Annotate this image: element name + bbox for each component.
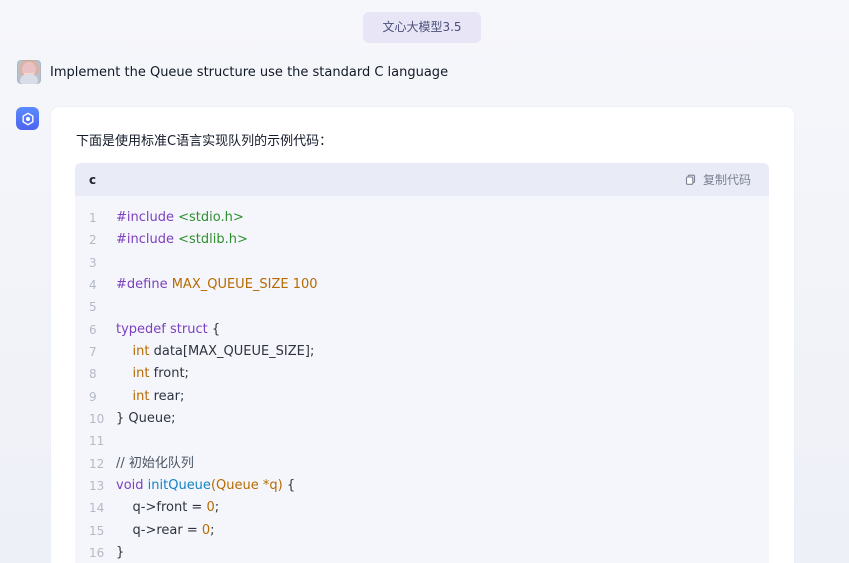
line-number: 8 (89, 367, 97, 382)
line-number: 11 (89, 434, 105, 449)
line-number: 15 (89, 523, 105, 538)
line-number: 16 (89, 545, 105, 560)
code-text: #include <stdio.h> (116, 207, 244, 229)
line-number: 7 (89, 344, 97, 359)
line-number: 9 (89, 389, 97, 404)
code-token: rear; (149, 388, 185, 404)
copy-code-button[interactable]: 复制代码 (685, 171, 751, 188)
code-line: 16} (75, 542, 769, 563)
code-line: 9 int rear; (75, 386, 769, 408)
assistant-intro-text: 下面是使用标准C语言实现队列的示例代码： (76, 134, 333, 149)
code-token: #define (116, 276, 172, 292)
code-token: int (132, 343, 150, 359)
code-token: int (132, 388, 150, 404)
code-token: 0 (206, 500, 215, 516)
line-number: 1 (89, 211, 97, 225)
code-text: #include <stdlib.h> (116, 229, 248, 251)
code-token: <stdlib.h> (178, 232, 248, 248)
user-message-text: Implement the Queue structure use the st… (50, 64, 449, 80)
code-line: 2 #include <stdlib.h> (75, 229, 769, 251)
code-token: { (282, 477, 296, 493)
assistant-message-card: 下面是使用标准C语言实现队列的示例代码： c 复制代码 1 #include <s… (51, 107, 794, 563)
code-text: #define MAX_QUEUE_SIZE 100 (116, 274, 318, 296)
code-line: 15 q->rear = 0; (75, 520, 769, 542)
code-text: q->rear = 0; (116, 520, 215, 542)
line-number: 14 (89, 501, 105, 516)
code-text: // 初始化队列 (116, 453, 194, 475)
code-text: int data[MAX_QUEUE_SIZE]; (116, 341, 315, 363)
code-text: } (116, 542, 124, 563)
code-token: ; (210, 522, 215, 538)
code-token: front; (149, 366, 189, 382)
copy-icon (685, 174, 697, 186)
code-line: 14 q->front = 0; (75, 497, 769, 519)
code-line: 12 // 初始化队列 (75, 453, 769, 475)
code-token: { (207, 321, 221, 337)
code-text: void initQueue(Queue *q) { (116, 475, 295, 497)
code-text: q->front = 0; (116, 497, 220, 519)
code-line: 10 } Queue; (75, 408, 769, 430)
code-block-header: c 复制代码 (75, 163, 769, 196)
code-token: 0 (201, 522, 211, 538)
code-token: ; (214, 500, 220, 516)
code-line: 5 (75, 296, 769, 318)
code-token: #include (116, 232, 179, 248)
code-token: int (132, 366, 150, 382)
line-number: 13 (89, 478, 105, 493)
code-token: initQueue (147, 477, 211, 493)
line-number: 2 (89, 233, 97, 248)
code-token: q->rear = (116, 522, 202, 538)
code-line: 8 int front; (75, 363, 769, 385)
code-token: q->front = (116, 500, 207, 516)
code-line: 3 (75, 252, 769, 274)
code-token: } (116, 544, 125, 560)
code-token: } Queue; (116, 410, 176, 426)
code-token: typedef (116, 321, 170, 337)
code-line: 4 #define MAX_QUEUE_SIZE 100 (75, 274, 769, 296)
code-text: } Queue; (116, 408, 176, 430)
user-avatar (17, 60, 41, 84)
code-lines: 1 #include <stdio.h> 2 #include <stdlib.h> 3… (75, 207, 769, 563)
code-text: int front; (116, 363, 189, 385)
code-line: 6 typedef struct { (75, 319, 769, 341)
code-token: // 初始化队列 (116, 455, 194, 471)
code-line: 11 (75, 430, 769, 452)
line-number: 6 (89, 322, 97, 337)
assistant-avatar-icon (16, 107, 39, 130)
code-line: 1 #include <stdio.h> (75, 207, 769, 229)
code-line: 13 void initQueue(Queue *q) { (75, 475, 769, 497)
line-number: 10 (89, 411, 105, 426)
copy-code-label: 复制代码 (702, 173, 751, 187)
line-number: 3 (89, 255, 97, 270)
code-text: typedef struct { (116, 319, 220, 341)
code-token: <stdio.h> (178, 210, 244, 225)
line-number: 4 (89, 277, 97, 292)
code-text: int rear; (116, 386, 185, 408)
code-token: (Queue *q) (210, 477, 283, 493)
code-token: MAX_QUEUE_SIZE 100 (171, 276, 318, 292)
line-number: 12 (89, 456, 105, 471)
code-block: c 复制代码 1 #include <stdio.h> 2 #include <std… (75, 163, 769, 563)
code-language-label: c (89, 172, 97, 187)
model-badge: 文心大模型3.5 (363, 12, 481, 43)
code-token: #include (116, 210, 179, 225)
code-token: struct (170, 321, 208, 337)
code-line: 7 int data[MAX_QUEUE_SIZE]; (75, 341, 769, 363)
code-token: data[MAX_QUEUE_SIZE]; (149, 343, 315, 359)
user-message: Implement the Queue structure use the st… (17, 58, 448, 86)
code-token: void (116, 477, 148, 493)
line-number: 5 (89, 300, 97, 315)
